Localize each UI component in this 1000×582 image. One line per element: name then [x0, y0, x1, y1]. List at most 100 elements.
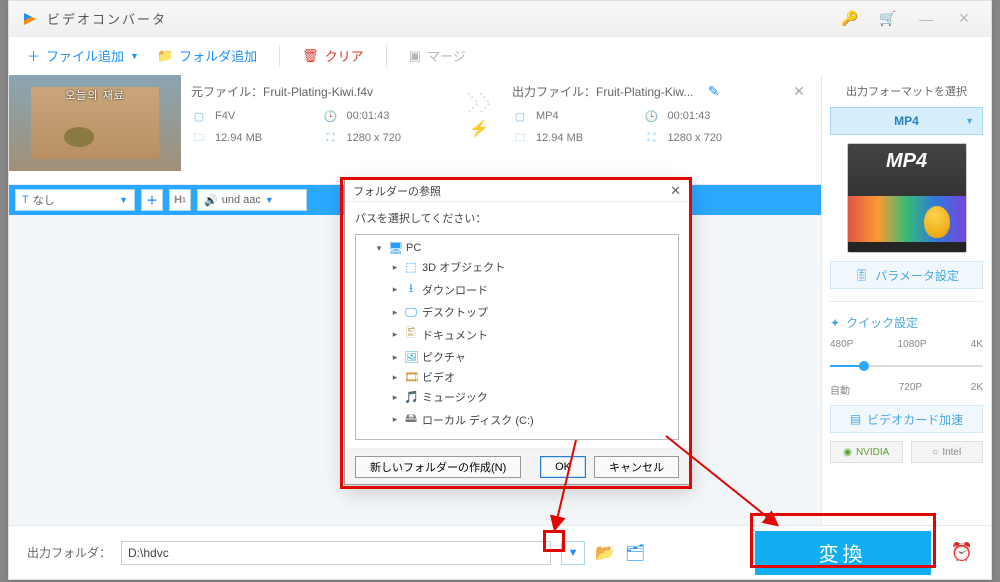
cancel-button[interactable]: キャンセル [594, 456, 679, 478]
dialog-prompt: パスを選択してください： [345, 202, 689, 234]
dialog-title: フォルダーの参照 [353, 183, 441, 199]
source-format: F4V [215, 110, 315, 122]
tree-item-disk-c[interactable]: ▸🖴ローカル ディスク (C:) [390, 407, 676, 432]
tree-item-music[interactable]: ▸🎵ミュージック [390, 387, 676, 407]
audio-icon: 🔊 [204, 194, 218, 207]
caret-down-icon: ▼ [965, 116, 974, 126]
resolution-marks: 480P1080P4K [830, 339, 983, 350]
gpu-accel-button[interactable]: ▤ ビデオカード加速 [830, 405, 983, 433]
add-file-label: ファイル追加 [46, 46, 124, 65]
resolution-slider[interactable] [830, 358, 983, 374]
format-icon: ▢ [512, 108, 528, 124]
thumbnail-caption: 오늘의 재료 [9, 87, 181, 103]
video-item[interactable]: 오늘의 재료 元ファイル：Fruit-Plating-Kiwi.f4v ▢ F4V… [9, 75, 821, 185]
clock-icon: 🕒 [644, 108, 660, 124]
app-window: ビデオコンバータ 🔑 🛒 — ✕ ＋ ファイル追加 ▼ 📁 フォルダ追加 🗑 ク… [8, 0, 992, 580]
add-subtitle-button[interactable]: ＋ [141, 189, 163, 211]
resolution-marks-2: 自動720P2K [830, 382, 983, 397]
subtitle-select[interactable]: T なし ▼ [15, 189, 135, 211]
tree-item-3d[interactable]: ▸⬚3D オブジェクト [390, 257, 676, 277]
key-icon[interactable]: 🔑 [835, 7, 865, 31]
divider [279, 45, 280, 67]
add-folder-label: フォルダ追加 [179, 46, 257, 65]
tree-item-pc[interactable]: ▾🖥PC [374, 239, 676, 257]
output-folder-input[interactable] [121, 541, 551, 565]
output-resolution: 1280 x 720 [668, 132, 768, 144]
tree-item-disk-d[interactable]: ▾🖴ローカル ディスク (D:) [390, 432, 676, 440]
dialog-close-button[interactable]: ✕ [670, 183, 681, 199]
footer: 出力フォルダ： ▼ 📂 🗂 変換 ⏰ [9, 525, 991, 579]
output-file-label: 出力ファイル：Fruit-Plating-Kiw... ✎ [512, 83, 767, 100]
tree-item-pictures[interactable]: ▸🖼ピクチャ [390, 347, 676, 367]
preview-label: MP4 [848, 150, 966, 173]
output-format-value: MP4 [894, 114, 919, 128]
titlebar: ビデオコンバータ 🔑 🛒 — ✕ [9, 1, 991, 37]
add-folder-button[interactable]: 📁 フォルダ追加 [157, 46, 257, 65]
subtitle-value: なし [29, 192, 119, 208]
divider [386, 45, 387, 67]
chip-icon: ▤ [850, 412, 861, 426]
folder-tree[interactable]: ▾🖥PC ▸⬚3D オブジェクト ▸⭳ダウンロード ▸🖵デスクトップ ▸🖺ドキュ… [355, 234, 679, 440]
audio-track-select[interactable]: 🔊 und aac ▼ [197, 189, 307, 211]
audio-value: und aac [222, 194, 261, 206]
source-file-label: 元ファイル：Fruit-Plating-Kiwi.f4v [191, 83, 446, 100]
quick-settings-label: ✦ クイック設定 [830, 314, 983, 331]
sidebar-title: 出力フォーマットを選択 [830, 83, 983, 99]
remove-item-button[interactable]: ✕ [793, 83, 805, 100]
folder-icon: 📁 [157, 48, 173, 64]
gpu-intel: ○ Intel [911, 441, 984, 463]
conversion-arrow: ⚡ [466, 83, 492, 146]
minimize-button[interactable]: — [911, 7, 941, 31]
clear-label: クリア [325, 46, 364, 65]
output-folder-label: 出力フォルダ： [27, 544, 111, 561]
caret-down-icon: ▼ [119, 195, 128, 205]
cart-icon[interactable]: 🛒 [873, 7, 903, 31]
caret-down-icon: ▼ [130, 51, 139, 61]
convert-button[interactable]: 変換 [755, 531, 931, 575]
app-logo [21, 10, 39, 28]
add-file-button[interactable]: ＋ ファイル追加 ▼ [27, 46, 139, 65]
gpu-nvidia: ◉ NVIDIA [830, 441, 903, 463]
clear-button[interactable]: 🗑 クリア [302, 46, 364, 65]
gear-icon: ✦ [830, 316, 840, 330]
merge-icon: ▣ [409, 48, 421, 64]
app-title: ビデオコンバータ [47, 9, 167, 28]
tree-item-desktop[interactable]: ▸🖵デスクトップ [390, 302, 676, 322]
toolbar: ＋ ファイル追加 ▼ 📁 フォルダ追加 🗑 クリア ▣ マージ [9, 37, 991, 75]
alarm-button[interactable]: ⏰ [951, 542, 973, 563]
source-duration: 00:01:43 [347, 110, 447, 122]
output-duration: 00:01:43 [668, 110, 768, 122]
source-size: 12.94 MB [215, 132, 315, 144]
tree-item-documents[interactable]: ▸🖺ドキュメント [390, 322, 676, 347]
video-thumbnail[interactable]: 오늘의 재료 [9, 75, 181, 171]
output-size: 12.94 MB [536, 132, 636, 144]
trash-icon: 🗑 [302, 48, 319, 64]
format-preview: MP4 [830, 143, 983, 253]
output-format-select[interactable]: MP4 ▼ [830, 107, 983, 135]
size-icon: 🗀 [512, 130, 528, 146]
open-in-explorer-button[interactable]: 🗂 [625, 543, 645, 563]
open-folder-button[interactable]: 📂 [595, 543, 615, 563]
lightning-icon[interactable]: ⚡ [469, 119, 489, 139]
edit-name-button[interactable]: ✎ [708, 83, 720, 99]
sidebar: 出力フォーマットを選択 MP4 ▼ MP4 🎚 パラメータ設定 ✦ クイック設定 [821, 75, 991, 525]
plus-icon: ＋ [27, 46, 40, 65]
format-icon: ▢ [191, 108, 207, 124]
source-resolution: 1280 x 720 [347, 132, 447, 144]
sliders-icon: 🎚 [854, 268, 869, 282]
ok-button[interactable]: OK [540, 456, 586, 478]
size-icon: 🗀 [191, 130, 207, 146]
merge-button[interactable]: ▣ マージ [409, 46, 466, 65]
caret-down-icon: ▼ [265, 195, 274, 205]
new-folder-button[interactable]: 新しいフォルダーの作成(N) [355, 456, 521, 478]
tree-item-videos[interactable]: ▸🎞ビデオ [390, 367, 676, 387]
res-icon: ⛶ [323, 130, 339, 146]
clock-icon: 🕒 [323, 108, 339, 124]
output-folder-browse-button[interactable]: ▼ [561, 541, 585, 565]
subtitle-settings-button[interactable]: H1 [169, 189, 191, 211]
close-button[interactable]: ✕ [949, 7, 979, 31]
output-format: MP4 [536, 110, 636, 122]
tree-item-downloads[interactable]: ▸⭳ダウンロード [390, 277, 676, 302]
parameter-settings-button[interactable]: 🎚 パラメータ設定 [830, 261, 983, 289]
res-icon: ⛶ [644, 130, 660, 146]
